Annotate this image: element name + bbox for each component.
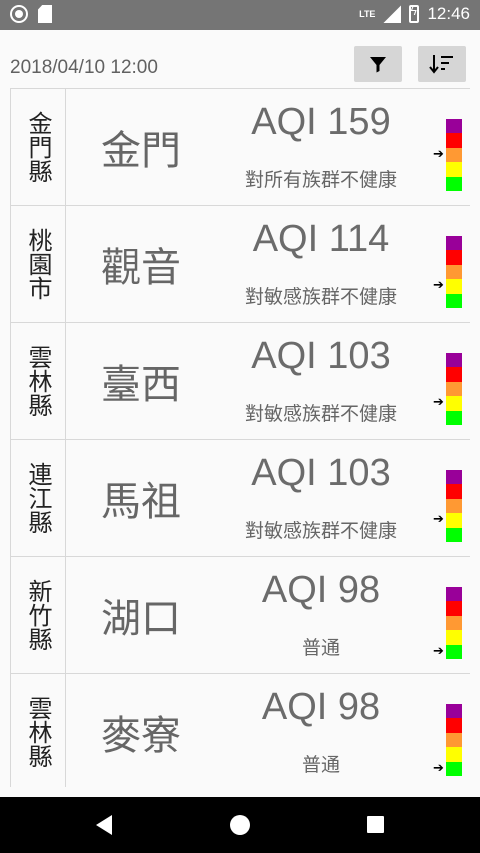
aqi-color-scale [446, 353, 462, 426]
scale-segment [446, 484, 462, 499]
sort-icon [429, 55, 453, 74]
station-row[interactable]: 連江縣 馬祖 AQI 103 對敏感族群不健康 ➔ [10, 440, 470, 557]
station-row[interactable]: 新竹縣 湖口 AQI 98 普通 ➔ [10, 557, 470, 674]
air-quality-status: 普通 [301, 754, 340, 776]
aqi-value: AQI 103 [251, 452, 391, 494]
scale-segment [446, 162, 462, 177]
station-name: 麥寮 [101, 713, 181, 759]
scale-segment [446, 630, 462, 645]
aqi-color-scale [446, 587, 462, 660]
level-arrow-icon: ➔ [433, 395, 444, 411]
station-name: 馬祖 [101, 479, 181, 525]
station-name: 觀音 [101, 245, 181, 291]
scale-segment [446, 587, 462, 602]
radio-circle-icon [10, 5, 28, 23]
navigation-bar [0, 797, 480, 853]
scale-segment [446, 732, 462, 748]
air-quality-status: 普通 [301, 637, 340, 659]
battery-charging-icon [409, 4, 420, 23]
scale-segment [446, 498, 462, 514]
scale-segment [446, 761, 462, 777]
aqi-color-scale [446, 119, 462, 192]
air-quality-status: 對所有族群不健康 [244, 169, 397, 191]
aqi-color-scale [446, 704, 462, 777]
scale-segment [446, 601, 462, 616]
aqi-value: AQI 159 [251, 101, 391, 143]
level-arrow-icon: ➔ [433, 147, 444, 162]
aqi-value: AQI 98 [261, 569, 381, 611]
sort-button[interactable] [418, 46, 466, 82]
station-name: 湖口 [101, 596, 181, 642]
station-row[interactable]: 桃園市 觀音 AQI 114 對敏感族群不健康 ➔ [10, 206, 470, 323]
scale-segment [446, 367, 462, 382]
station-row[interactable]: 雲林縣 麥寮 AQI 98 普通 ➔ [10, 674, 470, 787]
county-label: 新竹縣 [10, 557, 66, 673]
scale-segment [446, 236, 462, 251]
back-triangle-icon[interactable] [96, 815, 112, 835]
filter-icon [370, 57, 386, 73]
aqi-color-scale [446, 470, 462, 543]
air-quality-status: 對敏感族群不健康 [244, 286, 397, 308]
aqi-color-scale [446, 236, 462, 309]
clock: 12:46 [427, 4, 470, 23]
air-quality-status: 對敏感族群不健康 [244, 403, 397, 425]
station-list[interactable]: 金門縣 金門 AQI 159 對所有族群不健康 ➔ 桃園市 觀音 AQI 114 對敏感族群不健… [10, 88, 470, 787]
scale-segment [446, 353, 462, 368]
home-circle-icon[interactable] [230, 815, 250, 835]
county-label: 連江縣 [10, 440, 66, 556]
filter-button[interactable] [354, 46, 402, 82]
county-label: 金門縣 [10, 89, 66, 205]
station-name: 臺西 [101, 362, 181, 408]
toolbar: 2018/04/10 12:00 [0, 30, 480, 88]
scale-segment [446, 470, 462, 485]
sd-card-icon [38, 5, 52, 23]
scale-segment [446, 381, 462, 397]
station-row[interactable]: 金門縣 金門 AQI 159 對所有族群不健康 ➔ [10, 89, 470, 206]
level-arrow-icon: ➔ [433, 643, 444, 659]
county-label: 桃園市 [10, 206, 66, 322]
aqi-value: AQI 98 [261, 686, 381, 728]
recents-square-icon[interactable] [367, 816, 384, 833]
aqi-value: AQI 103 [251, 335, 391, 377]
county-label: 雲林縣 [10, 674, 66, 787]
scale-segment [446, 279, 462, 294]
lte-signal-icon [383, 5, 402, 23]
level-arrow-icon: ➔ [433, 512, 444, 528]
county-label: 雲林縣 [10, 323, 66, 439]
level-arrow-icon: ➔ [433, 760, 444, 776]
scale-segment [446, 250, 462, 265]
scale-segment [446, 704, 462, 719]
scale-segment [446, 176, 462, 192]
scale-segment [446, 513, 462, 528]
scale-segment [446, 747, 462, 762]
update-timestamp: 2018/04/10 12:00 [10, 57, 158, 78]
scale-segment [446, 718, 462, 733]
scale-segment [446, 527, 462, 543]
scale-segment [446, 644, 462, 660]
station-name: 金門 [101, 128, 181, 174]
scale-segment [446, 264, 462, 280]
aqi-value: AQI 114 [252, 218, 390, 260]
scale-segment [446, 293, 462, 309]
scale-segment [446, 119, 462, 134]
scale-segment [446, 133, 462, 148]
scale-segment [446, 615, 462, 631]
scale-segment [446, 147, 462, 163]
status-bar: LTE 12:46 [0, 0, 480, 30]
scale-segment [446, 410, 462, 426]
station-row[interactable]: 雲林縣 臺西 AQI 103 對敏感族群不健康 ➔ [10, 323, 470, 440]
network-type: LTE [359, 8, 376, 19]
level-arrow-icon: ➔ [433, 278, 444, 294]
air-quality-status: 對敏感族群不健康 [244, 520, 397, 542]
scale-segment [446, 396, 462, 411]
